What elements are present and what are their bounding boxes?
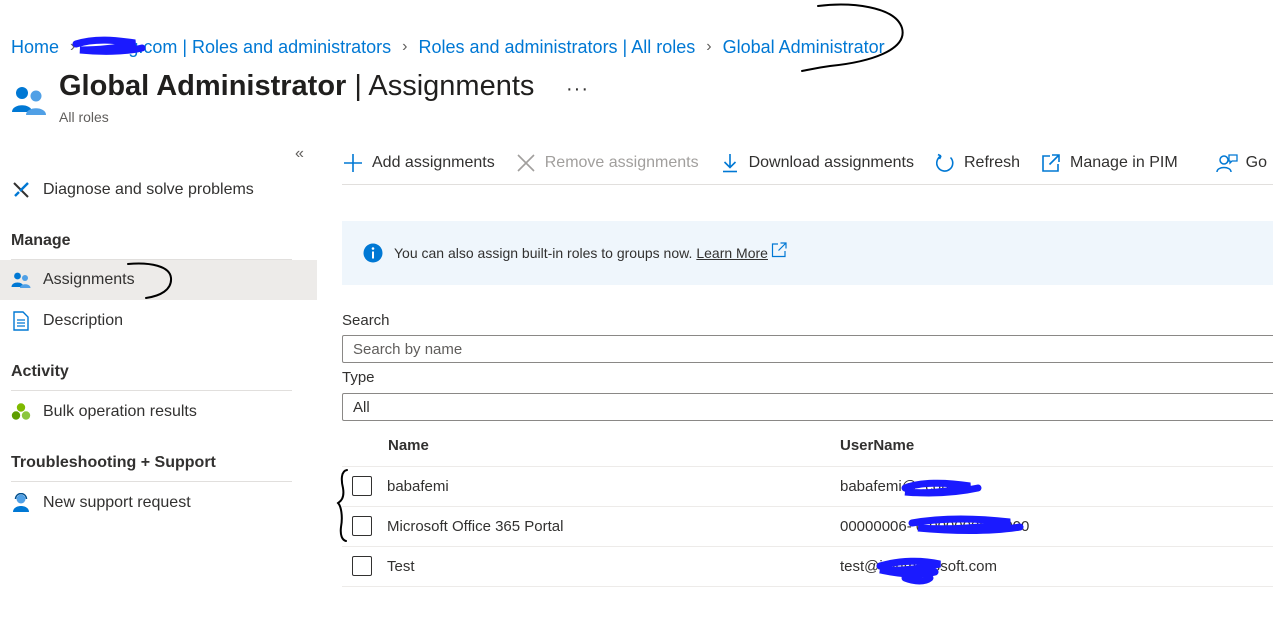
add-assignments-label: Add assignments xyxy=(372,154,495,171)
document-icon xyxy=(11,311,31,331)
users-group-icon xyxy=(10,84,48,116)
cell-name: babafemi xyxy=(387,478,449,495)
breadcrumb: Home › g.com | Roles and administrators … xyxy=(11,36,885,58)
plus-icon xyxy=(342,152,364,174)
remove-assignments-label: Remove assignments xyxy=(544,154,699,171)
cubes-icon xyxy=(11,402,31,422)
breadcrumb-tenant-roles[interactable]: g.com | Roles and administrators xyxy=(128,37,391,58)
search-label: Search xyxy=(342,312,390,329)
learn-more-link[interactable]: Learn More xyxy=(696,245,768,261)
got-feedback-button[interactable]: Go xyxy=(1215,152,1267,174)
cell-name: Microsoft Office 365 Portal xyxy=(387,518,564,535)
sidebar-item-label: Bulk operation results xyxy=(43,403,197,420)
cell-username: test@i onmicrosoft.com xyxy=(840,558,997,575)
breadcrumb-separator-icon: › xyxy=(70,38,76,55)
page-subtitle: All roles xyxy=(59,109,109,125)
info-icon xyxy=(363,243,383,263)
sidebar-heading-manage: Manage xyxy=(11,232,71,249)
sidebar-item-assignments[interactable]: Assignments xyxy=(0,260,317,300)
external-link-icon xyxy=(1040,152,1062,174)
sidebar-item-label: Description xyxy=(43,312,124,329)
breadcrumb-separator-icon: › xyxy=(402,38,408,55)
manage-in-pim-button[interactable]: Manage in PIM xyxy=(1040,152,1178,174)
toolbar-divider-line xyxy=(342,184,1273,185)
more-options-icon[interactable]: ··· xyxy=(566,78,589,101)
info-text: You can also assign built-in roles to gr… xyxy=(394,245,693,261)
breadcrumb-all-roles[interactable]: Roles and administrators | All roles xyxy=(418,37,695,58)
refresh-label: Refresh xyxy=(964,154,1021,171)
manage-in-pim-label: Manage in PIM xyxy=(1070,154,1178,171)
column-header-username[interactable]: UserName xyxy=(840,437,914,454)
search-field xyxy=(342,335,1273,363)
remove-assignments-button[interactable]: Remove assignments xyxy=(515,152,699,174)
refresh-button[interactable]: Refresh xyxy=(934,152,1020,174)
row-checkbox[interactable] xyxy=(352,556,372,576)
table-row[interactable]: Test test@i onmicrosoft.com xyxy=(342,547,1273,587)
table-row[interactable]: babafemi babafemi@ .com xyxy=(342,467,1273,507)
external-link-icon[interactable] xyxy=(771,242,787,258)
users-icon xyxy=(11,270,31,290)
sidebar-item-label: Diagnose and solve problems xyxy=(43,181,254,198)
add-assignments-button[interactable]: Add assignments xyxy=(342,152,495,174)
sidebar-divider xyxy=(11,481,292,482)
row-checkbox[interactable] xyxy=(352,476,372,496)
table-row[interactable]: Microsoft Office 365 Portal 00000006- 0-… xyxy=(342,507,1273,547)
got-feedback-label: Go xyxy=(1245,154,1267,171)
wrench-icon xyxy=(11,180,31,200)
command-bar: Add assignments Remove assignments Downl… xyxy=(342,148,1273,178)
download-icon xyxy=(719,152,741,174)
search-input[interactable] xyxy=(353,340,1253,358)
sidebar-item-label: Assignments xyxy=(43,271,135,288)
support-person-icon xyxy=(11,493,31,513)
info-banner: You can also assign built-in roles to gr… xyxy=(342,221,1273,285)
sidebar-item-label: New support request xyxy=(43,494,191,511)
download-assignments-label: Download assignments xyxy=(748,154,914,171)
breadcrumb-home[interactable]: Home xyxy=(11,37,59,58)
type-label: Type xyxy=(342,369,375,386)
cell-name: Test xyxy=(387,558,415,575)
page-title: Global Administrator | Assignments xyxy=(59,70,535,102)
type-selected-value: All xyxy=(353,398,370,416)
column-header-name[interactable]: Name xyxy=(388,437,429,454)
download-assignments-button[interactable]: Download assignments xyxy=(719,152,914,174)
cell-username: babafemi@ .com xyxy=(840,478,954,495)
sidebar-item-new-support-request[interactable]: New support request xyxy=(0,483,317,523)
refresh-icon xyxy=(934,152,956,174)
sidebar-item-bulk-operations[interactable]: Bulk operation results xyxy=(0,392,317,432)
close-icon xyxy=(515,152,537,174)
sidebar-heading-activity: Activity xyxy=(11,363,69,380)
row-checkbox[interactable] xyxy=(352,516,372,536)
sidebar-item-description[interactable]: Description xyxy=(0,301,317,341)
sidebar-divider xyxy=(11,390,292,391)
type-dropdown[interactable]: All xyxy=(342,393,1273,421)
sidebar-heading-troubleshooting: Troubleshooting + Support xyxy=(11,454,216,471)
collapse-sidebar-icon[interactable]: « xyxy=(295,145,304,163)
cell-username: 00000006- 0-000000000000 xyxy=(840,518,1030,535)
feedback-person-icon xyxy=(1215,152,1238,174)
breadcrumb-separator-icon: › xyxy=(706,38,712,55)
sidebar-item-diagnose[interactable]: Diagnose and solve problems xyxy=(0,170,317,210)
breadcrumb-global-administrator[interactable]: Global Administrator xyxy=(723,37,885,58)
